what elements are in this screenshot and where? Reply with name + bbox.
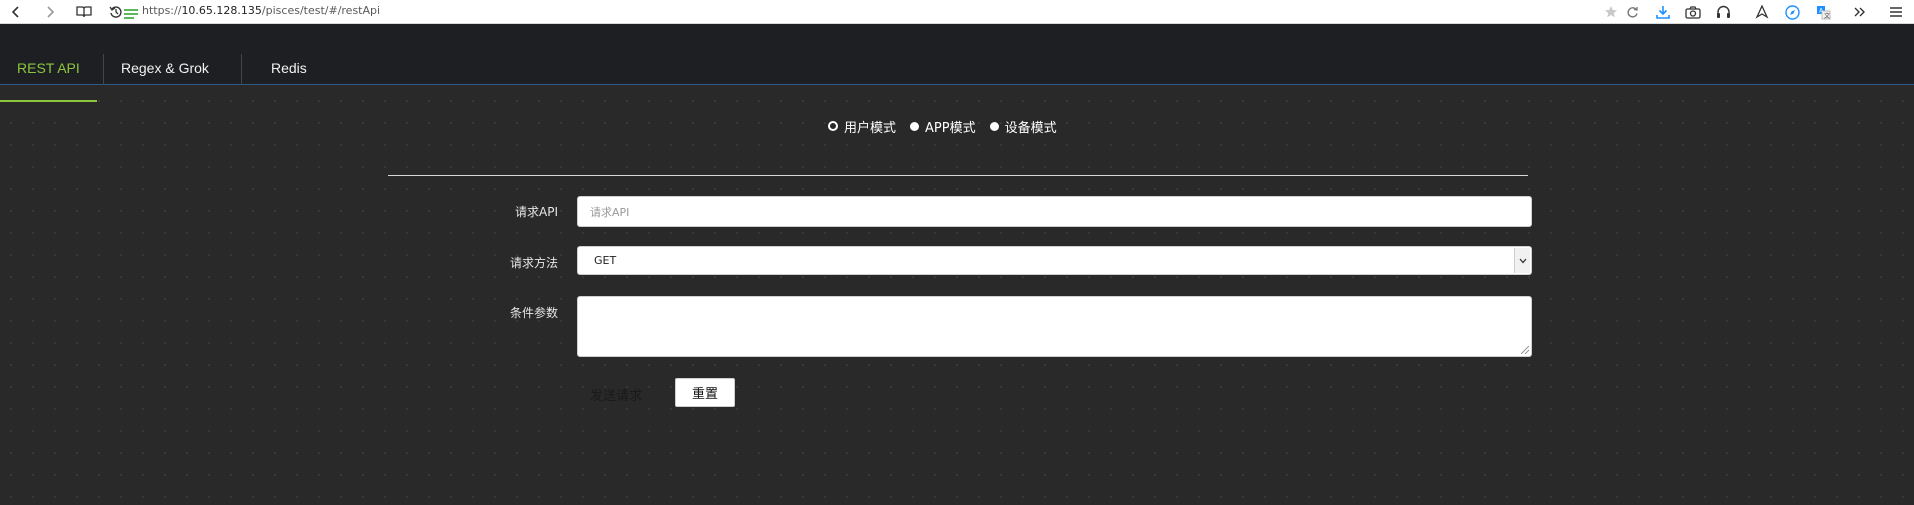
method-value: GET <box>594 254 617 267</box>
chevron-down-icon <box>1514 248 1530 273</box>
reload-icon[interactable] <box>1622 2 1642 22</box>
url-prefix: https:// <box>142 4 182 17</box>
address-bar[interactable]: https://10.65.128.135/pisces/test/#/rest… <box>142 4 380 17</box>
api-input[interactable]: 请求API <box>577 196 1532 227</box>
mode-radio-group: 用户模式 APP模式 设备模式 <box>828 116 1071 136</box>
back-icon[interactable] <box>6 2 26 22</box>
api-placeholder: 请求API <box>590 205 630 219</box>
star-icon[interactable] <box>1601 2 1621 22</box>
radio-checked-icon <box>828 121 838 131</box>
tab-redis[interactable]: Redis <box>271 60 307 85</box>
tab-regex-grok[interactable]: Regex & Grok <box>121 60 209 85</box>
url-host: 10.65.128.135 <box>181 4 262 17</box>
radio-user-mode[interactable]: 用户模式 <box>828 117 896 136</box>
forward-icon[interactable] <box>40 2 60 22</box>
tab-separator <box>103 54 104 85</box>
translate-icon[interactable]: A文 <box>1813 2 1833 22</box>
browser-toolbar: https://10.65.128.135/pisces/test/#/rest… <box>0 0 1914 24</box>
radio-device-mode[interactable]: 设备模式 <box>989 117 1057 136</box>
history-icon[interactable] <box>106 2 126 22</box>
params-label: 条件参数 <box>509 306 558 320</box>
params-textarea[interactable] <box>577 296 1532 357</box>
active-tab-indicator <box>0 100 97 102</box>
radio-label: APP模式 <box>925 120 976 136</box>
radio-label: 设备模式 <box>1004 120 1057 136</box>
reader-icon[interactable] <box>74 2 94 22</box>
section-divider <box>388 175 1528 176</box>
send-request-button[interactable]: 发送请求 <box>590 384 642 404</box>
url-path: /pisces/test/#/restApi <box>261 4 381 17</box>
menu-icon[interactable] <box>1886 2 1906 22</box>
tab-rest-api[interactable]: REST API <box>17 60 80 85</box>
download-icon[interactable] <box>1653 2 1673 22</box>
api-label: 请求API <box>515 205 558 219</box>
headphones-icon[interactable] <box>1713 2 1733 22</box>
more-icon[interactable] <box>1850 2 1870 22</box>
secure-icon <box>124 5 138 19</box>
share-icon[interactable] <box>1752 2 1772 22</box>
app-body: REST API Regex & Grok Redis 用户模式 APP模式 设… <box>0 24 1914 505</box>
resize-grip-icon[interactable] <box>1521 346 1529 354</box>
method-select[interactable]: GET <box>577 246 1532 275</box>
svg-text:文: 文 <box>1824 12 1830 20</box>
camera-icon[interactable] <box>1683 2 1703 22</box>
radio-app-mode[interactable]: APP模式 <box>910 117 976 136</box>
method-label: 请求方法 <box>509 256 558 270</box>
radio-unchecked-icon <box>910 121 920 131</box>
tab-separator <box>241 54 242 85</box>
reset-button[interactable]: 重置 <box>675 378 735 407</box>
radio-unchecked-icon <box>989 121 999 131</box>
radio-label: 用户模式 <box>844 120 897 136</box>
compass-icon[interactable] <box>1782 2 1802 22</box>
